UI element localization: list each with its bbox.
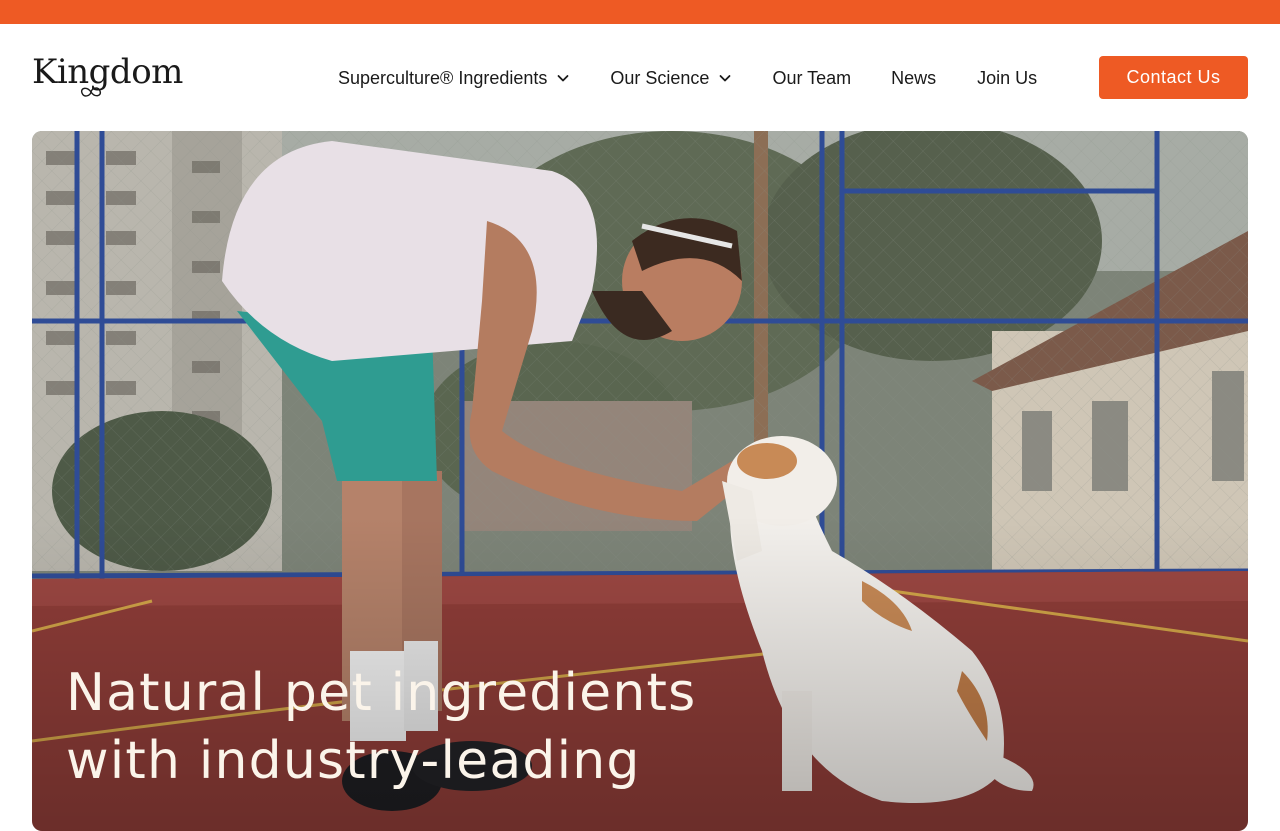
nav-item-superculture-ingredients[interactable]: Superculture® Ingredients (338, 68, 570, 89)
hero-title: Natural pet ingredients with industry-le… (66, 663, 697, 791)
nav-item-join-us[interactable]: Join Us (977, 68, 1037, 89)
logo-flourish-icon (80, 87, 102, 97)
contact-us-button[interactable]: Contact Us (1099, 56, 1248, 99)
nav-item-label: Our Science (610, 67, 710, 88)
nav-item-our-team[interactable]: Our Team (772, 68, 851, 89)
nav-item-label: Superculture® Ingredients (338, 67, 548, 88)
hero-section: Natural pet ingredients with industry-le… (32, 131, 1248, 831)
chevron-down-icon (720, 75, 731, 82)
announcement-bar (0, 0, 1280, 24)
nav-item-label: Our Team (772, 67, 852, 88)
nav-item-news[interactable]: News (891, 68, 936, 89)
site-header: Kingdom Superculture® Ingredients Our Sc… (0, 24, 1280, 131)
kingdom-logo[interactable]: Kingdom (32, 52, 183, 92)
nav-item-label: Join Us (977, 67, 1038, 88)
nav-item-our-science[interactable]: Our Science (610, 68, 732, 89)
main-nav: Superculture® Ingredients Our Science Ou… (338, 64, 1037, 92)
chevron-down-icon (557, 75, 569, 82)
nav-item-label: News (891, 67, 937, 88)
